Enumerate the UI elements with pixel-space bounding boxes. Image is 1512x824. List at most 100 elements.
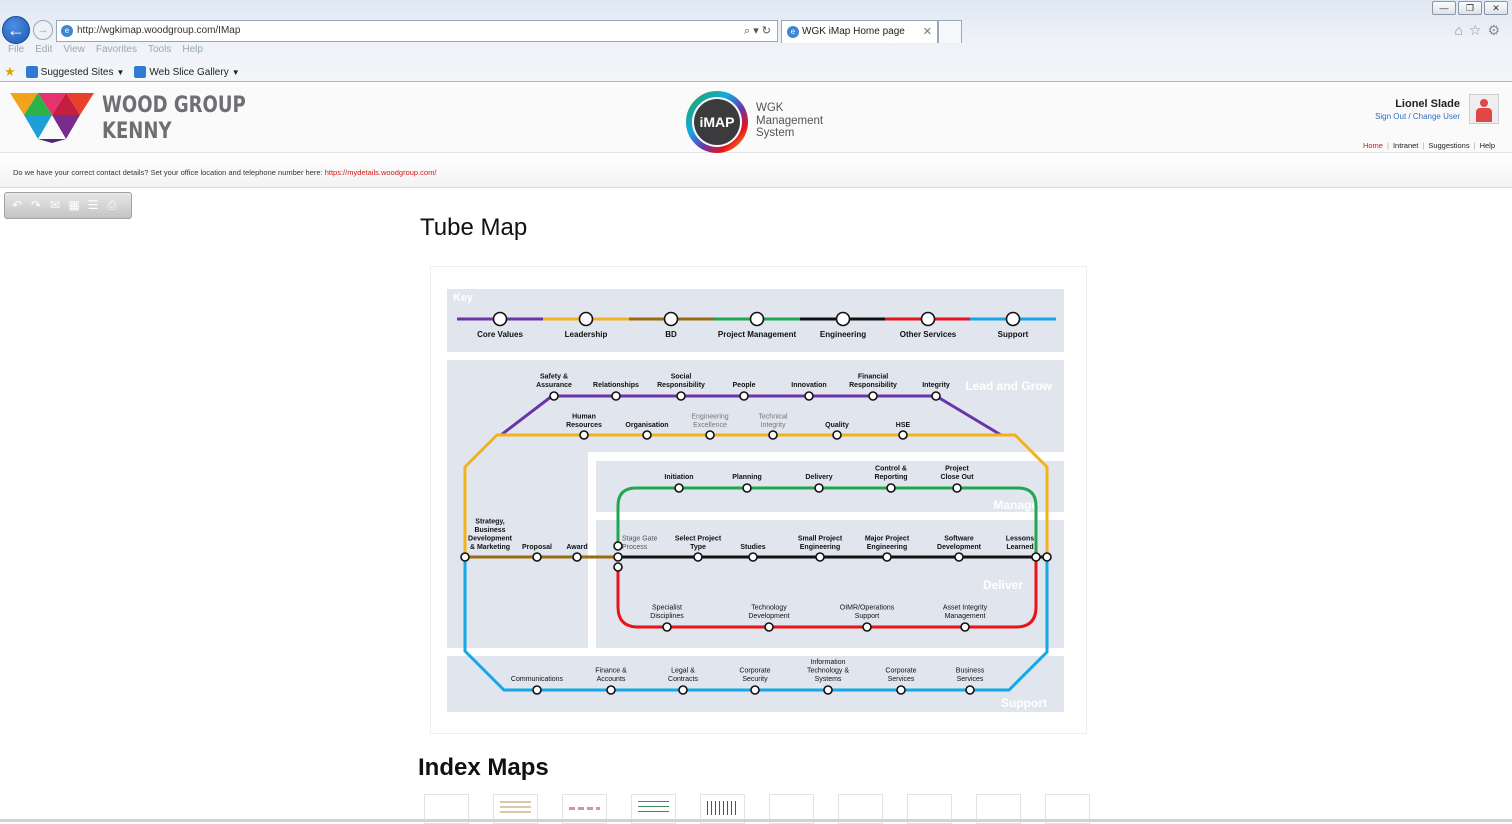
- station-marker[interactable]: [931, 391, 941, 401]
- favorites-star-icon[interactable]: ★: [4, 64, 16, 80]
- web-slice-gallery-link[interactable]: Web Slice Gallery ▼: [134, 66, 240, 78]
- station-label: Corporate: [885, 668, 916, 675]
- station-marker[interactable]: [882, 552, 892, 562]
- search-refresh-icon[interactable]: ⌕ ▾ ↻: [744, 21, 771, 41]
- station-label: & Marketing: [470, 544, 510, 551]
- station-marker[interactable]: [886, 483, 896, 493]
- menu-bar: File Edit View Favorites Tools Help: [8, 44, 203, 55]
- station-label: Award: [566, 544, 587, 551]
- sign-out-link[interactable]: Sign Out / Change User: [1375, 112, 1460, 121]
- back-arrow-icon[interactable]: ↶: [9, 197, 25, 213]
- nav-suggestions[interactable]: Suggestions: [1428, 141, 1469, 150]
- nav-separator: |: [1422, 141, 1425, 150]
- browser-tab-active[interactable]: e WGK iMap Home page ✕: [781, 20, 938, 43]
- station-marker[interactable]: [613, 562, 623, 572]
- station-label: Lessons: [1006, 536, 1035, 543]
- menu-favorites[interactable]: Favorites: [96, 44, 137, 55]
- station-label: Social: [671, 374, 692, 381]
- station-marker[interactable]: [663, 311, 679, 327]
- wood-group-logo[interactable]: [10, 93, 98, 143]
- station-marker[interactable]: [676, 391, 686, 401]
- station-label: Major Project: [865, 536, 910, 543]
- station-marker[interactable]: [768, 430, 778, 440]
- menu-view[interactable]: View: [63, 44, 85, 55]
- station-label: HSE: [896, 422, 911, 429]
- station-label: Information: [810, 659, 845, 666]
- station-marker[interactable]: [739, 391, 749, 401]
- station-marker[interactable]: [1005, 311, 1021, 327]
- station-marker[interactable]: [815, 552, 825, 562]
- imap-logo[interactable]: iMAP: [686, 91, 748, 153]
- station-marker[interactable]: [896, 685, 906, 695]
- menu-file[interactable]: File: [8, 44, 24, 55]
- nav-intranet[interactable]: Intranet: [1393, 141, 1418, 150]
- station-marker[interactable]: [804, 391, 814, 401]
- back-button[interactable]: ←: [2, 16, 30, 44]
- home-favorites-settings-icons[interactable]: ⌂☆⚙: [1454, 22, 1506, 39]
- station-marker[interactable]: [613, 541, 623, 551]
- station-marker[interactable]: [898, 430, 908, 440]
- station-marker[interactable]: [868, 391, 878, 401]
- minimize-button[interactable]: —: [1432, 1, 1456, 15]
- station-marker[interactable]: [492, 311, 508, 327]
- station-marker[interactable]: [693, 552, 703, 562]
- station-label: Quality: [825, 422, 849, 429]
- station-marker[interactable]: [578, 311, 594, 327]
- station-label: Excellence: [693, 422, 727, 429]
- station-marker[interactable]: [952, 483, 962, 493]
- station-marker[interactable]: [642, 430, 652, 440]
- station-marker[interactable]: [549, 391, 559, 401]
- forward-button[interactable]: →: [33, 20, 53, 40]
- station-marker[interactable]: [1042, 552, 1052, 562]
- station-marker[interactable]: [742, 483, 752, 493]
- company-name-line2: KENNY: [102, 119, 172, 144]
- forward-arrow-icon[interactable]: ↷: [28, 197, 44, 213]
- tube-map[interactable]: Key Lead and Grow Manage Deliver Support…: [431, 267, 1088, 735]
- close-window-button[interactable]: ✕: [1484, 1, 1508, 15]
- station-marker[interactable]: [532, 685, 542, 695]
- station-marker[interactable]: [764, 622, 774, 632]
- restore-button[interactable]: ❐: [1458, 1, 1482, 15]
- station-marker[interactable]: [750, 685, 760, 695]
- station-marker[interactable]: [960, 622, 970, 632]
- grid-view-icon[interactable]: ▦: [66, 197, 82, 213]
- email-icon[interactable]: ✉: [47, 197, 63, 213]
- nav-home[interactable]: Home: [1363, 141, 1383, 150]
- address-bar[interactable]: e http://wgkimap.woodgroup.com/IMap ⌕ ▾ …: [56, 20, 778, 42]
- station-marker[interactable]: [965, 685, 975, 695]
- station-marker[interactable]: [611, 391, 621, 401]
- new-tab-button[interactable]: [938, 20, 962, 43]
- station-marker[interactable]: [748, 552, 758, 562]
- station-marker[interactable]: [572, 552, 582, 562]
- list-view-icon[interactable]: ☰: [85, 197, 101, 213]
- station-marker[interactable]: [678, 685, 688, 695]
- menu-edit[interactable]: Edit: [35, 44, 52, 55]
- print-icon[interactable]: ⎙: [104, 197, 120, 213]
- station-marker[interactable]: [532, 552, 542, 562]
- station-marker[interactable]: [862, 622, 872, 632]
- station-marker[interactable]: [674, 483, 684, 493]
- station-marker[interactable]: [814, 483, 824, 493]
- station-marker[interactable]: [832, 430, 842, 440]
- station-marker[interactable]: [749, 311, 765, 327]
- station-marker[interactable]: [954, 552, 964, 562]
- station-marker[interactable]: [920, 311, 936, 327]
- station-marker[interactable]: [606, 685, 616, 695]
- nav-help[interactable]: Help: [1480, 141, 1495, 150]
- menu-help[interactable]: Help: [182, 44, 203, 55]
- station-label: Management: [945, 613, 986, 620]
- station-marker[interactable]: [579, 430, 589, 440]
- mydetails-link[interactable]: https://mydetails.woodgroup.com/: [325, 168, 437, 177]
- station-marker[interactable]: [662, 622, 672, 632]
- close-tab-icon[interactable]: ✕: [923, 21, 932, 43]
- station-marker[interactable]: [1031, 552, 1041, 562]
- station-marker[interactable]: [705, 430, 715, 440]
- avatar[interactable]: [1469, 94, 1499, 124]
- suggested-sites-link[interactable]: Suggested Sites ▼: [25, 66, 124, 78]
- menu-tools[interactable]: Tools: [148, 44, 171, 55]
- station-marker[interactable]: [460, 552, 470, 562]
- station-label: Development: [748, 613, 789, 620]
- station-marker[interactable]: [613, 552, 623, 562]
- station-marker[interactable]: [823, 685, 833, 695]
- station-marker[interactable]: [835, 311, 851, 327]
